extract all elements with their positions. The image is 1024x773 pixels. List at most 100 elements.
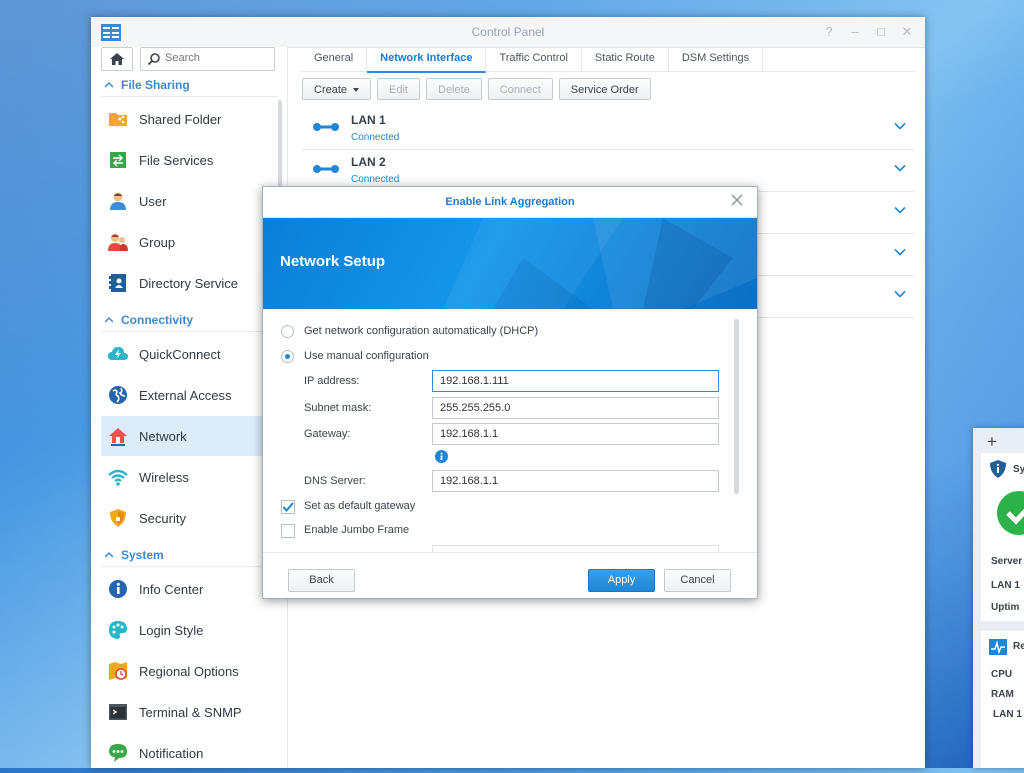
dialog-banner: Network Setup bbox=[263, 218, 757, 309]
interface-row-lan1[interactable]: LAN 1 Connected bbox=[302, 108, 914, 150]
resource-monitor-widget: Re CPU RAM LAN 1 bbox=[981, 631, 1024, 768]
checkmark-icon bbox=[282, 502, 294, 513]
tab-bar: General Network Interface Traffic Contro… bbox=[301, 47, 915, 73]
chevron-down-icon[interactable] bbox=[894, 206, 906, 214]
widget-panel: + Sy Server LAN 1 Uptim Re CPU RAM LAN 1 bbox=[973, 428, 1024, 768]
default-gateway-checkbox[interactable] bbox=[281, 500, 295, 514]
cpu-label: CPU bbox=[991, 669, 1013, 680]
home-button[interactable] bbox=[101, 47, 133, 71]
connect-button[interactable]: Connect bbox=[487, 78, 553, 100]
sidebar-item-login-style[interactable]: Login Style bbox=[101, 610, 261, 650]
jumbo-frame-checkbox[interactable] bbox=[281, 524, 295, 538]
chevron-down-icon[interactable] bbox=[894, 164, 906, 172]
system-health-widget: Sy Server LAN 1 Uptim bbox=[981, 453, 1024, 621]
tab-traffic-control[interactable]: Traffic Control bbox=[486, 47, 582, 71]
help-icon[interactable]: ? bbox=[823, 24, 835, 40]
sidebar-item-network[interactable]: Network bbox=[101, 416, 271, 456]
minimize-icon[interactable]: – bbox=[849, 24, 861, 40]
info-icon bbox=[109, 580, 127, 598]
sidebar-item-label: Shared Folder bbox=[139, 111, 222, 127]
cancel-button[interactable]: Cancel bbox=[664, 569, 731, 592]
sidebar-item-directory-service[interactable]: Directory Service bbox=[101, 263, 261, 303]
sidebar-item-external-access[interactable]: External Access bbox=[101, 375, 261, 415]
sidebar-item-label: Info Center bbox=[139, 581, 204, 597]
maximize-icon[interactable]: □ bbox=[875, 24, 887, 40]
shield-icon bbox=[110, 509, 126, 527]
dialog-scrollbar[interactable] bbox=[734, 319, 739, 494]
interface-status: Connected bbox=[351, 132, 400, 143]
chevron-up-icon bbox=[105, 316, 113, 323]
close-icon[interactable] bbox=[730, 193, 744, 207]
add-widget-button[interactable]: + bbox=[987, 432, 997, 452]
section-system[interactable]: System bbox=[105, 546, 164, 564]
divider bbox=[101, 566, 277, 567]
chevron-down-icon[interactable] bbox=[894, 248, 906, 256]
sidebar-item-security[interactable]: Security bbox=[101, 498, 261, 538]
dialog-titlebar[interactable]: Enable Link Aggregation bbox=[263, 187, 757, 218]
status-ok-icon bbox=[997, 491, 1024, 535]
control-panel-titlebar[interactable]: Control Panel ? – □ ✕ bbox=[91, 17, 925, 48]
sidebar-item-info-center[interactable]: Info Center bbox=[101, 569, 261, 609]
chevron-up-icon bbox=[105, 551, 113, 558]
lan1-label: LAN 1 bbox=[991, 580, 1020, 591]
link-aggregation-dialog: Enable Link Aggregation Network Setup Ge… bbox=[262, 186, 758, 599]
notification-icon bbox=[109, 744, 127, 762]
caret-down-icon bbox=[353, 88, 360, 93]
interface-name: LAN 1 bbox=[351, 113, 386, 127]
sidebar-item-wireless[interactable]: Wireless bbox=[101, 457, 261, 497]
gateway-label: Gateway: bbox=[304, 428, 351, 440]
search-input[interactable] bbox=[163, 51, 272, 65]
subnet-mask-field[interactable] bbox=[432, 397, 719, 419]
file-services-icon bbox=[110, 152, 126, 168]
dns-server-field[interactable] bbox=[432, 470, 719, 492]
section-label: System bbox=[121, 548, 164, 562]
sidebar-item-user[interactable]: User bbox=[101, 181, 261, 221]
sidebar-item-regional-options[interactable]: Regional Options bbox=[101, 651, 261, 691]
sidebar-item-group[interactable]: Group bbox=[101, 222, 261, 262]
close-icon[interactable]: ✕ bbox=[901, 24, 913, 40]
sidebar-item-notification[interactable]: Notification bbox=[101, 733, 261, 773]
ip-address-field[interactable] bbox=[432, 370, 719, 392]
sidebar-item-file-services[interactable]: File Services bbox=[101, 140, 261, 180]
service-order-button[interactable]: Service Order bbox=[558, 78, 651, 100]
dns-server-label: DNS Server: bbox=[304, 475, 366, 487]
sidebar-item-label: Notification bbox=[139, 745, 204, 761]
system-health-title: Sy bbox=[1013, 464, 1024, 475]
chevron-up-icon bbox=[105, 81, 113, 88]
interface-name: LAN 2 bbox=[351, 155, 386, 169]
divider bbox=[101, 331, 277, 332]
chevron-down-icon[interactable] bbox=[894, 290, 906, 298]
sidebar-item-label: Directory Service bbox=[139, 275, 238, 291]
quickconnect-icon bbox=[108, 347, 128, 360]
tab-static-route[interactable]: Static Route bbox=[582, 47, 669, 71]
manual-config-radio[interactable] bbox=[281, 350, 294, 363]
ip-address-label: IP address: bbox=[304, 375, 360, 387]
tab-dsm-settings[interactable]: DSM Settings bbox=[669, 47, 764, 71]
sidebar-item-label: Security bbox=[139, 510, 186, 526]
info-icon[interactable] bbox=[435, 450, 448, 463]
sidebar-item-label: QuickConnect bbox=[139, 346, 221, 362]
back-button[interactable]: Back bbox=[288, 569, 355, 592]
apply-button[interactable]: Apply bbox=[588, 569, 655, 592]
tab-network-interface[interactable]: Network Interface bbox=[367, 47, 487, 73]
lan1-resource-label: LAN 1 bbox=[993, 709, 1022, 720]
shield-info-icon bbox=[990, 460, 1006, 478]
tab-general[interactable]: General bbox=[301, 47, 368, 71]
section-file-sharing[interactable]: File Sharing bbox=[105, 76, 190, 94]
edit-button[interactable]: Edit bbox=[377, 78, 420, 100]
section-connectivity[interactable]: Connectivity bbox=[105, 311, 193, 329]
dialog-title: Enable Link Aggregation bbox=[445, 196, 575, 208]
mtu-field[interactable] bbox=[432, 545, 719, 552]
sidebar-item-label: Regional Options bbox=[139, 663, 239, 679]
sidebar-item-terminal-snmp[interactable]: Terminal & SNMP bbox=[101, 692, 261, 732]
sidebar-item-shared-folder[interactable]: Shared Folder bbox=[101, 99, 261, 139]
gateway-field[interactable] bbox=[432, 423, 719, 445]
search-icon bbox=[147, 53, 160, 66]
search-box[interactable] bbox=[140, 47, 275, 71]
dhcp-radio[interactable] bbox=[281, 325, 294, 338]
sidebar-item-quickconnect[interactable]: QuickConnect bbox=[101, 334, 261, 374]
chevron-down-icon[interactable] bbox=[894, 122, 906, 130]
group-icon bbox=[108, 234, 128, 251]
delete-button[interactable]: Delete bbox=[426, 78, 482, 100]
create-button[interactable]: Create bbox=[302, 78, 372, 100]
